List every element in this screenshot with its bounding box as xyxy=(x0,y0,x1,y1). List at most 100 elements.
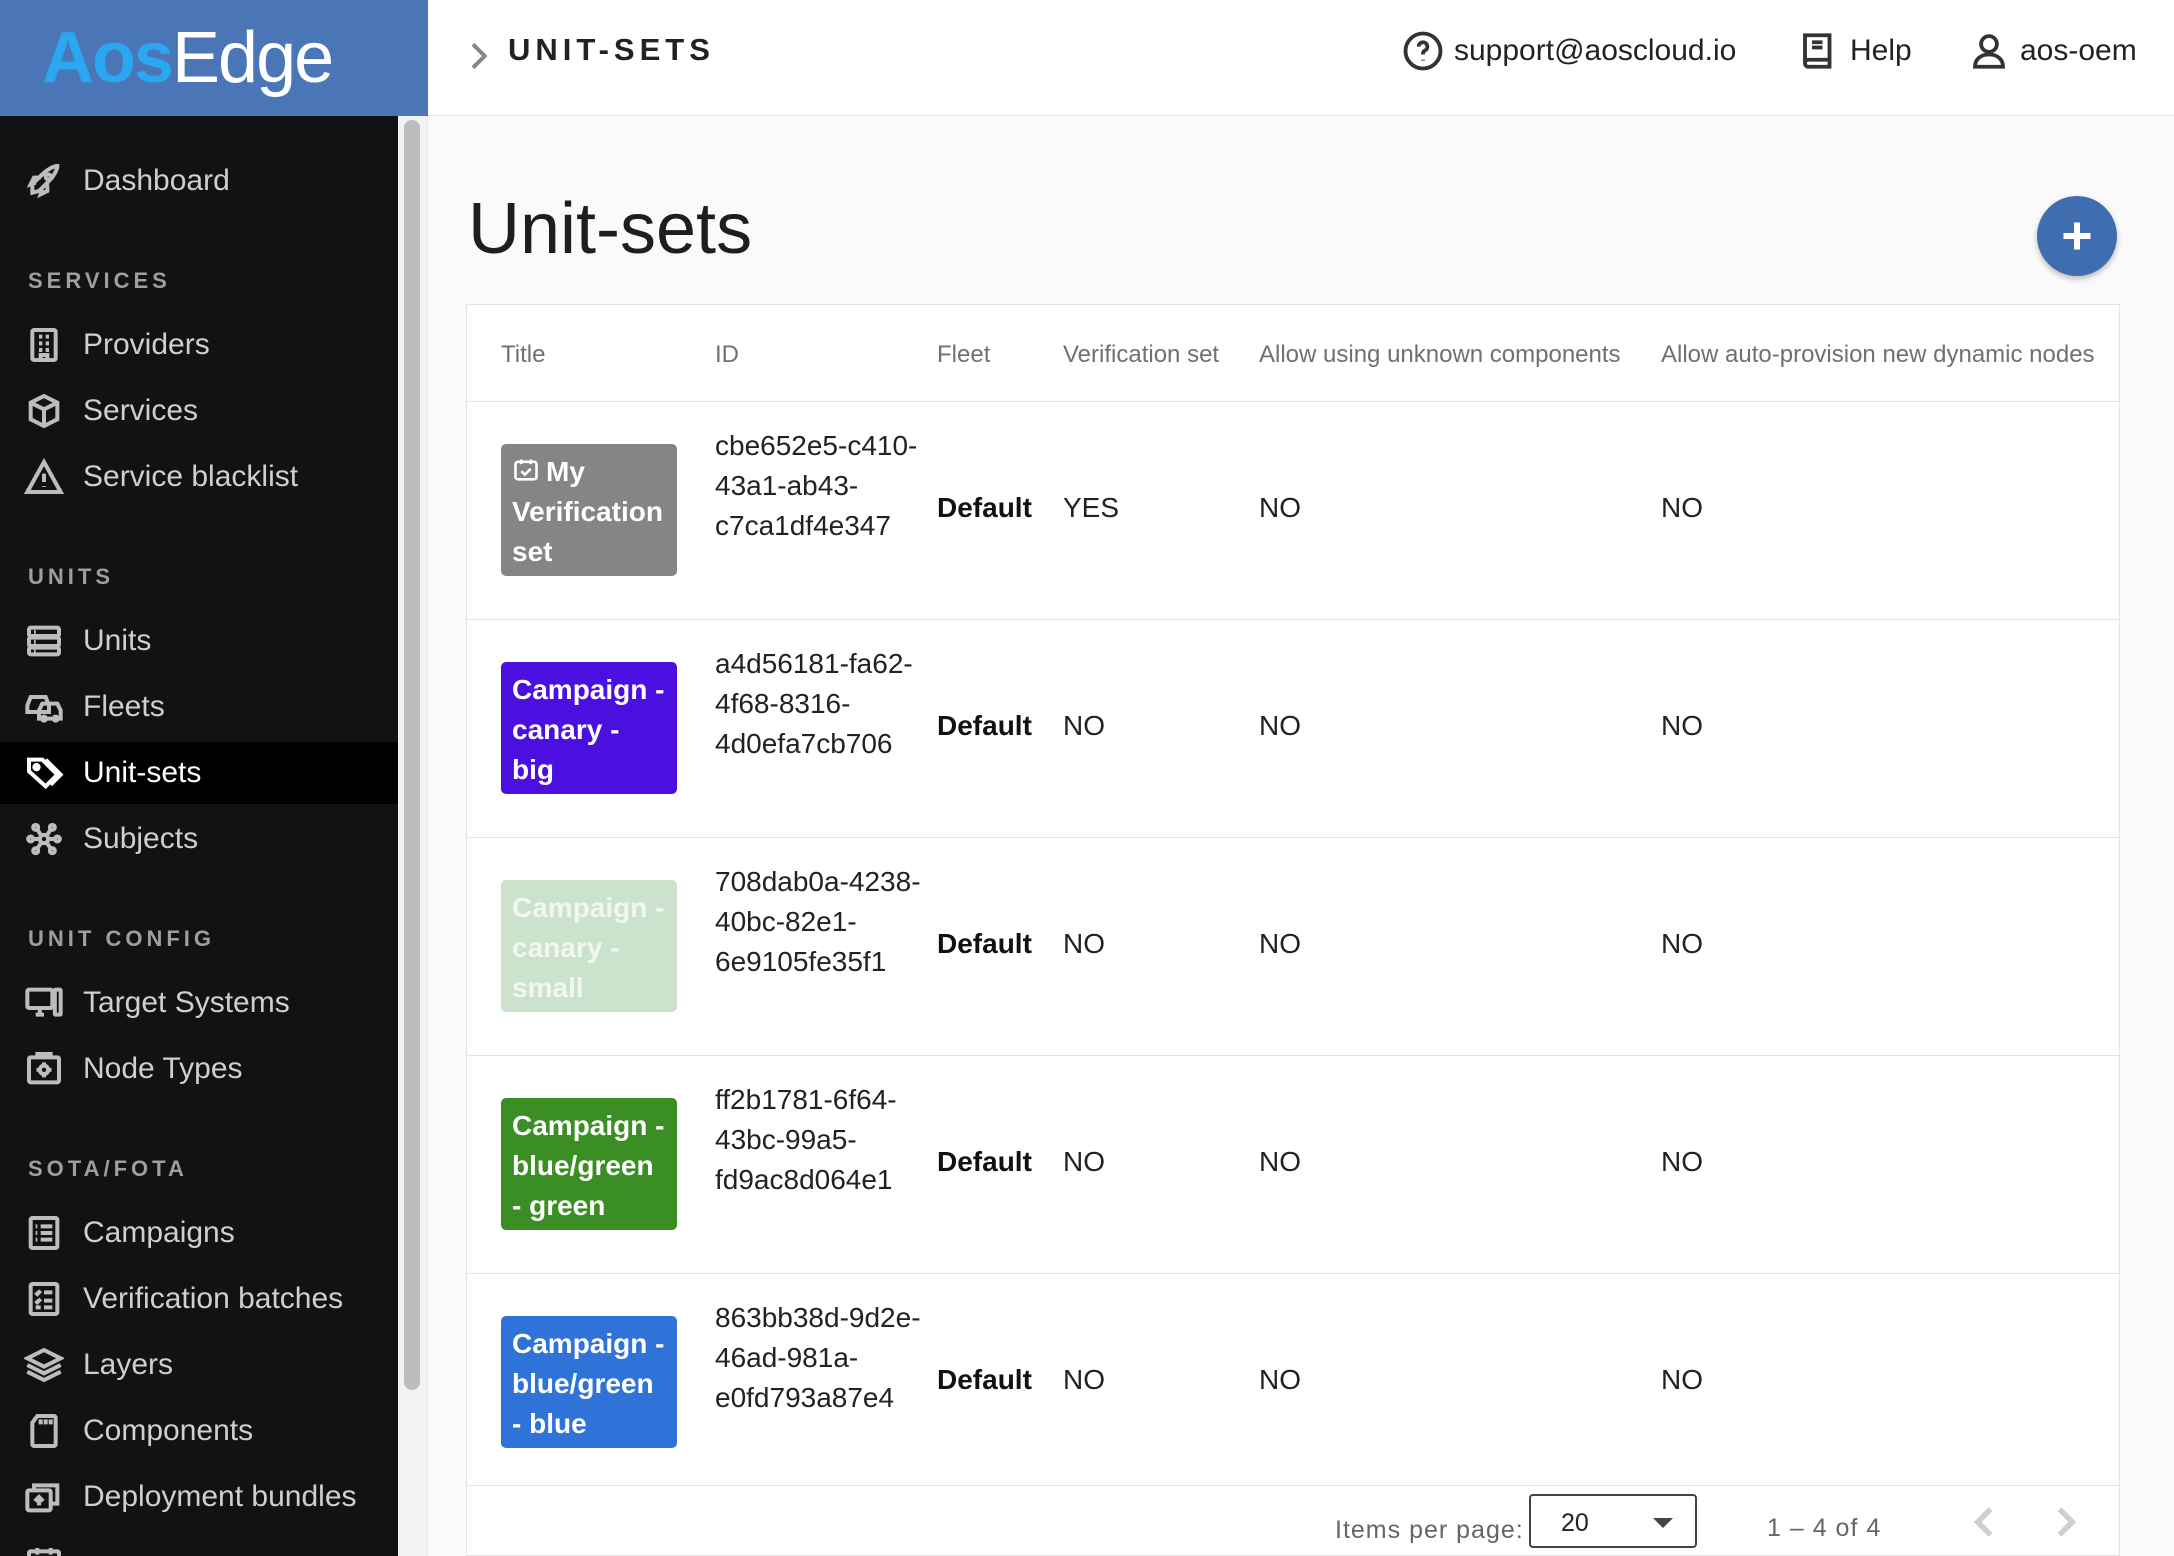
unit-set-fleet: Default xyxy=(937,492,1032,523)
unit-set-title-chip[interactable]: Campaign - blue/green - green xyxy=(501,1098,677,1230)
unit-set-title-chip[interactable]: Campaign - canary - small xyxy=(501,880,677,1012)
sidebar-item-fleets[interactable]: Fleets xyxy=(0,676,398,738)
brand-edge: Edge xyxy=(172,18,334,98)
user-menu[interactable]: aos-oem xyxy=(1968,26,2137,76)
chevron-left-icon xyxy=(1973,1507,1993,1537)
unit-sets-table: Title ID Fleet Verification set Allow us… xyxy=(466,304,2120,1556)
unit-set-title-chip[interactable]: Campaign - blue/green - blue xyxy=(501,1316,677,1448)
user-icon xyxy=(1973,34,2005,69)
sidebar-item-label: Node Types xyxy=(83,1052,243,1085)
sidebar-item-subjects[interactable]: Subjects xyxy=(0,808,398,870)
sidebar-item-label: Dashboard xyxy=(83,164,230,197)
top-bar: UNIT-SETS support@aoscloud.io Help aos-o… xyxy=(428,0,2174,116)
unit-set-allow-autoprovision: NO xyxy=(1661,710,1703,741)
computer-icon xyxy=(22,981,66,1025)
sidebar-item-services[interactable]: Services xyxy=(0,380,398,442)
chevron-right-icon xyxy=(2057,1507,2077,1537)
unit-set-allow-autoprovision: NO xyxy=(1661,928,1703,959)
unit-set-verification-set: NO xyxy=(1063,710,1105,741)
breadcrumb: UNIT-SETS xyxy=(508,32,715,67)
verification-badge-icon xyxy=(514,459,538,481)
checklist-icon xyxy=(22,1211,66,1255)
sidebar-item-label: Service blacklist xyxy=(83,460,299,493)
support-link[interactable]: support@aoscloud.io xyxy=(1402,26,1736,76)
sidebar-scrollbar-thumb[interactable] xyxy=(404,120,420,1390)
table-row[interactable]: Campaign - blue/green - blue 863bb38d-9d2… xyxy=(467,1273,2119,1491)
chevron-right-icon xyxy=(458,36,498,76)
unit-set-allow-unknown: NO xyxy=(1259,1364,1301,1395)
unit-set-title-chip[interactable]: Campaign - canary - big xyxy=(501,662,677,794)
column-header-id[interactable]: ID xyxy=(715,341,739,369)
help-label: Help xyxy=(1850,34,1912,67)
table-row[interactable]: Campaign - blue/green - green ff2b1781-6f… xyxy=(467,1055,2119,1273)
sidebar-item-components[interactable]: Components xyxy=(0,1400,398,1462)
unit-set-title: Campaign - canary - small xyxy=(512,892,665,1003)
user-name: aos-oem xyxy=(2020,34,2137,67)
table-row[interactable]: Campaign - canary - small 708dab0a-4238-4… xyxy=(467,837,2119,1055)
section-services: SERVICES xyxy=(28,268,171,293)
unit-set-allow-unknown: NO xyxy=(1259,710,1301,741)
unit-set-allow-autoprovision: NO xyxy=(1661,1364,1703,1395)
unit-set-id: a4d56181-fa62-4f68-8316-4d0efa7cb706 xyxy=(715,648,913,759)
sidebar-item-units[interactable]: Units xyxy=(0,610,398,672)
sidebar-item-label: Layers xyxy=(83,1348,174,1381)
sidebar-item-calendar[interactable] xyxy=(0,1532,398,1556)
sidebar-item-label: Components xyxy=(83,1414,254,1447)
sidebar-item-label: Units xyxy=(83,624,152,657)
unit-set-allow-unknown: NO xyxy=(1259,1146,1301,1177)
sidebar-item-campaigns[interactable]: Campaigns xyxy=(0,1202,398,1264)
calendar-icon xyxy=(22,1541,66,1556)
unit-set-fleet: Default xyxy=(937,1364,1032,1395)
section-units: UNITS xyxy=(28,564,114,589)
brand-logo[interactable]: AosEdge xyxy=(0,0,428,116)
sidebar-item-providers[interactable]: Providers xyxy=(0,314,398,376)
unit-set-allow-unknown: NO xyxy=(1259,928,1301,959)
items-per-page-select[interactable]: 20 xyxy=(1529,1494,1697,1548)
unit-set-allow-autoprovision: NO xyxy=(1661,1146,1703,1177)
column-header-title[interactable]: Title xyxy=(501,341,545,369)
unit-set-title: Campaign - blue/green - green xyxy=(512,1110,665,1221)
table-row[interactable]: Campaign - canary - big a4d56181-fa62-4f6… xyxy=(467,619,2119,837)
help-link[interactable]: Help xyxy=(1798,26,1912,76)
sidebar-item-deployment-bundles[interactable]: Deployment bundles xyxy=(0,1466,398,1528)
unit-set-title-chip[interactable]: My Verification set xyxy=(501,444,677,576)
caret-down-icon xyxy=(1653,1518,1673,1528)
unit-set-id: ff2b1781-6f64-43bc-99a5-fd9ac8d064e1 xyxy=(715,1084,897,1195)
building-icon xyxy=(22,323,66,367)
package-icon xyxy=(22,1475,66,1519)
sd-card-icon xyxy=(22,1409,66,1453)
unit-set-allow-autoprovision: NO xyxy=(1661,492,1703,523)
add-unit-set-button[interactable] xyxy=(2037,196,2117,276)
column-header-allow-autoprovision[interactable]: Allow auto-provision new dynamic nodes xyxy=(1661,341,2095,369)
gear-box-icon xyxy=(22,1047,66,1091)
column-header-verification-set[interactable]: Verification set xyxy=(1063,341,1219,369)
items-per-page-label: Items per page: xyxy=(1335,1516,1524,1544)
sidebar-item-label: Deployment bundles xyxy=(83,1480,357,1513)
warning-icon xyxy=(22,455,66,499)
server-icon xyxy=(22,619,66,663)
sidebar-item-unit-sets[interactable]: Unit-sets xyxy=(0,742,398,804)
unit-set-verification-set: YES xyxy=(1063,492,1120,523)
sidebar-item-node-types[interactable]: Node Types xyxy=(0,1038,398,1100)
column-header-allow-unknown[interactable]: Allow using unknown components xyxy=(1259,341,1621,369)
previous-page-button[interactable] xyxy=(1963,1500,2007,1544)
unit-set-id: 708dab0a-4238-40bc-82e1-6e9105fe35f1 xyxy=(715,866,921,977)
tags-icon xyxy=(22,751,66,795)
sidebar-item-target-systems[interactable]: Target Systems xyxy=(0,972,398,1034)
sidebar-item-verification-batches[interactable]: Verification batches xyxy=(0,1268,398,1330)
sidebar-item-dashboard[interactable]: Dashboard xyxy=(0,150,398,212)
section-sota-fota: SOTA/FOTA xyxy=(28,1156,188,1181)
unit-set-allow-unknown: NO xyxy=(1259,492,1301,523)
plus-icon xyxy=(2063,222,2091,250)
column-header-fleet[interactable]: Fleet xyxy=(937,341,990,369)
page-title: Unit-sets xyxy=(468,189,753,269)
table-row[interactable]: My Verification set cbe652e5-c410-43a1-ab… xyxy=(467,401,2119,619)
sidebar-item-service-blacklist[interactable]: Service blacklist xyxy=(0,446,398,508)
sidebar-item-label: Campaigns xyxy=(83,1216,235,1249)
unit-set-verification-set: NO xyxy=(1063,1146,1105,1177)
next-page-button[interactable] xyxy=(2043,1500,2087,1544)
sidebar-scrollbar[interactable] xyxy=(398,116,428,1556)
sidebar-item-layers[interactable]: Layers xyxy=(0,1334,398,1396)
support-email: support@aoscloud.io xyxy=(1454,34,1737,67)
brand-aos: Aos xyxy=(42,18,174,98)
